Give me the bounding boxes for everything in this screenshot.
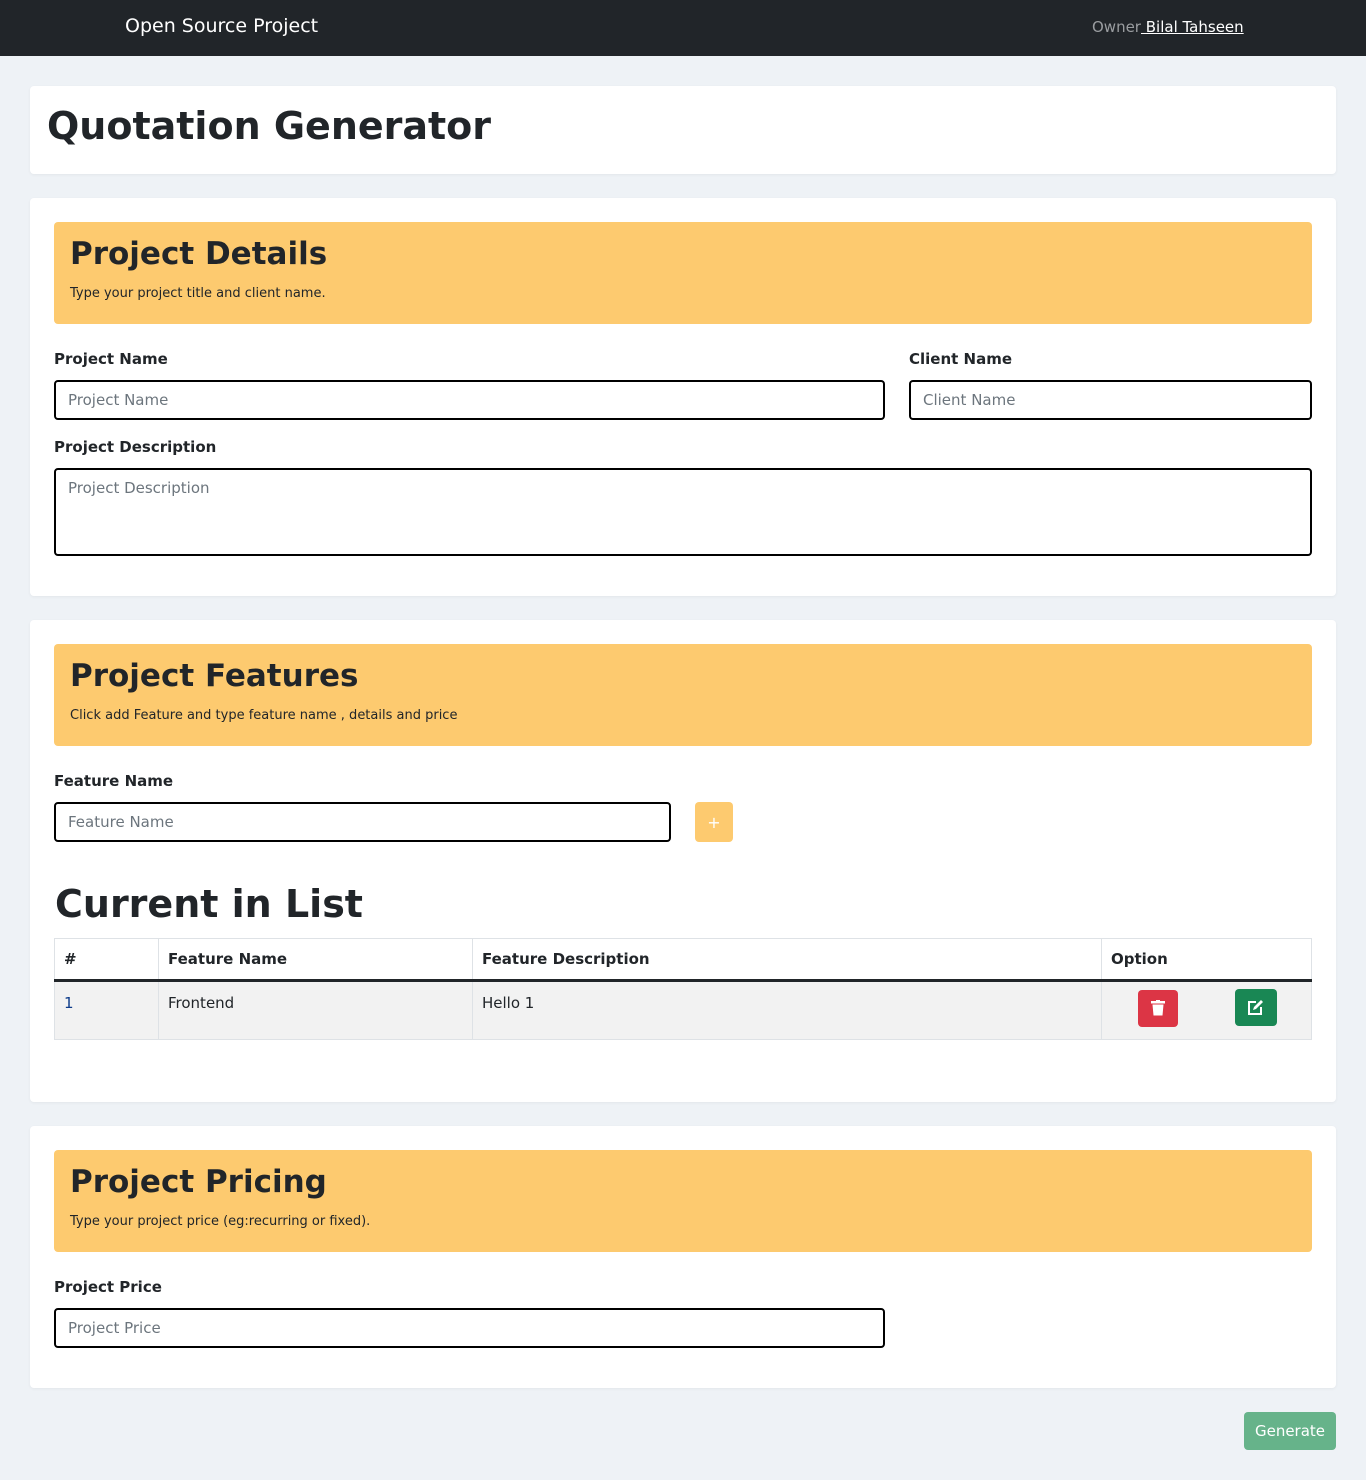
- owner-label: Owner: [1092, 18, 1141, 36]
- owner-link[interactable]: Bilal Tahseen: [1141, 18, 1244, 36]
- col-option: Option: [1101, 938, 1312, 982]
- pricing-title: Project Pricing: [70, 1164, 327, 1200]
- delete-button[interactable]: [1138, 989, 1178, 1027]
- page-title: Quotation Generator: [47, 104, 492, 148]
- features-title: Project Features: [70, 658, 359, 694]
- trash-icon: [1151, 1000, 1165, 1016]
- pricing-subtitle: Type your project price (eg:recurring or…: [70, 1214, 371, 1229]
- project-pricing-card: Project Pricing Type your project price …: [30, 1126, 1336, 1388]
- project-details-card: Project Details Type your project title …: [30, 198, 1336, 596]
- details-subtitle: Type your project title and client name.: [70, 286, 326, 301]
- description-label: Project Description: [54, 438, 217, 456]
- row-num: 1: [54, 980, 159, 1040]
- generate-button[interactable]: Generate: [1244, 1412, 1336, 1450]
- table-row: 1 Frontend Hello 1: [54, 980, 1312, 1040]
- row-name: Frontend: [158, 980, 473, 1040]
- row-options: [1101, 980, 1312, 1040]
- feature-name-label: Feature Name: [54, 772, 174, 790]
- edit-icon: [1248, 1000, 1264, 1015]
- details-title: Project Details: [70, 236, 328, 272]
- features-subtitle: Click add Feature and type feature name …: [70, 708, 458, 723]
- project-name-input[interactable]: Project Name: [54, 380, 885, 420]
- title-card: Quotation Generator: [30, 86, 1336, 174]
- brand[interactable]: Open Source Project: [125, 15, 318, 37]
- details-banner: Project Details Type your project title …: [54, 222, 1312, 324]
- add-feature-button[interactable]: +: [695, 802, 733, 842]
- col-feature-name: Feature Name: [158, 938, 473, 982]
- col-feature-description: Feature Description: [472, 938, 1102, 982]
- client-name-input[interactable]: Client Name: [909, 380, 1312, 420]
- edit-button[interactable]: [1234, 989, 1277, 1026]
- description-textarea[interactable]: Project Description: [54, 468, 1312, 556]
- price-input[interactable]: Project Price: [54, 1308, 885, 1348]
- project-features-card: Project Features Click add Feature and t…: [30, 620, 1336, 1102]
- pricing-banner: Project Pricing Type your project price …: [54, 1150, 1312, 1252]
- price-label: Project Price: [54, 1278, 162, 1296]
- features-table: # Feature Name Feature Description Optio…: [54, 938, 1312, 1040]
- project-name-label: Project Name: [54, 350, 168, 368]
- features-banner: Project Features Click add Feature and t…: [54, 644, 1312, 746]
- navbar: Open Source Project Owner Bilal Tahseen: [0, 0, 1366, 56]
- client-name-label: Client Name: [909, 350, 1013, 368]
- list-title: Current in List: [55, 882, 363, 926]
- row-description: Hello 1: [472, 980, 1102, 1040]
- col-num: #: [54, 938, 159, 982]
- owner: Owner Bilal Tahseen: [1092, 18, 1244, 36]
- feature-name-input[interactable]: Feature Name: [54, 802, 671, 842]
